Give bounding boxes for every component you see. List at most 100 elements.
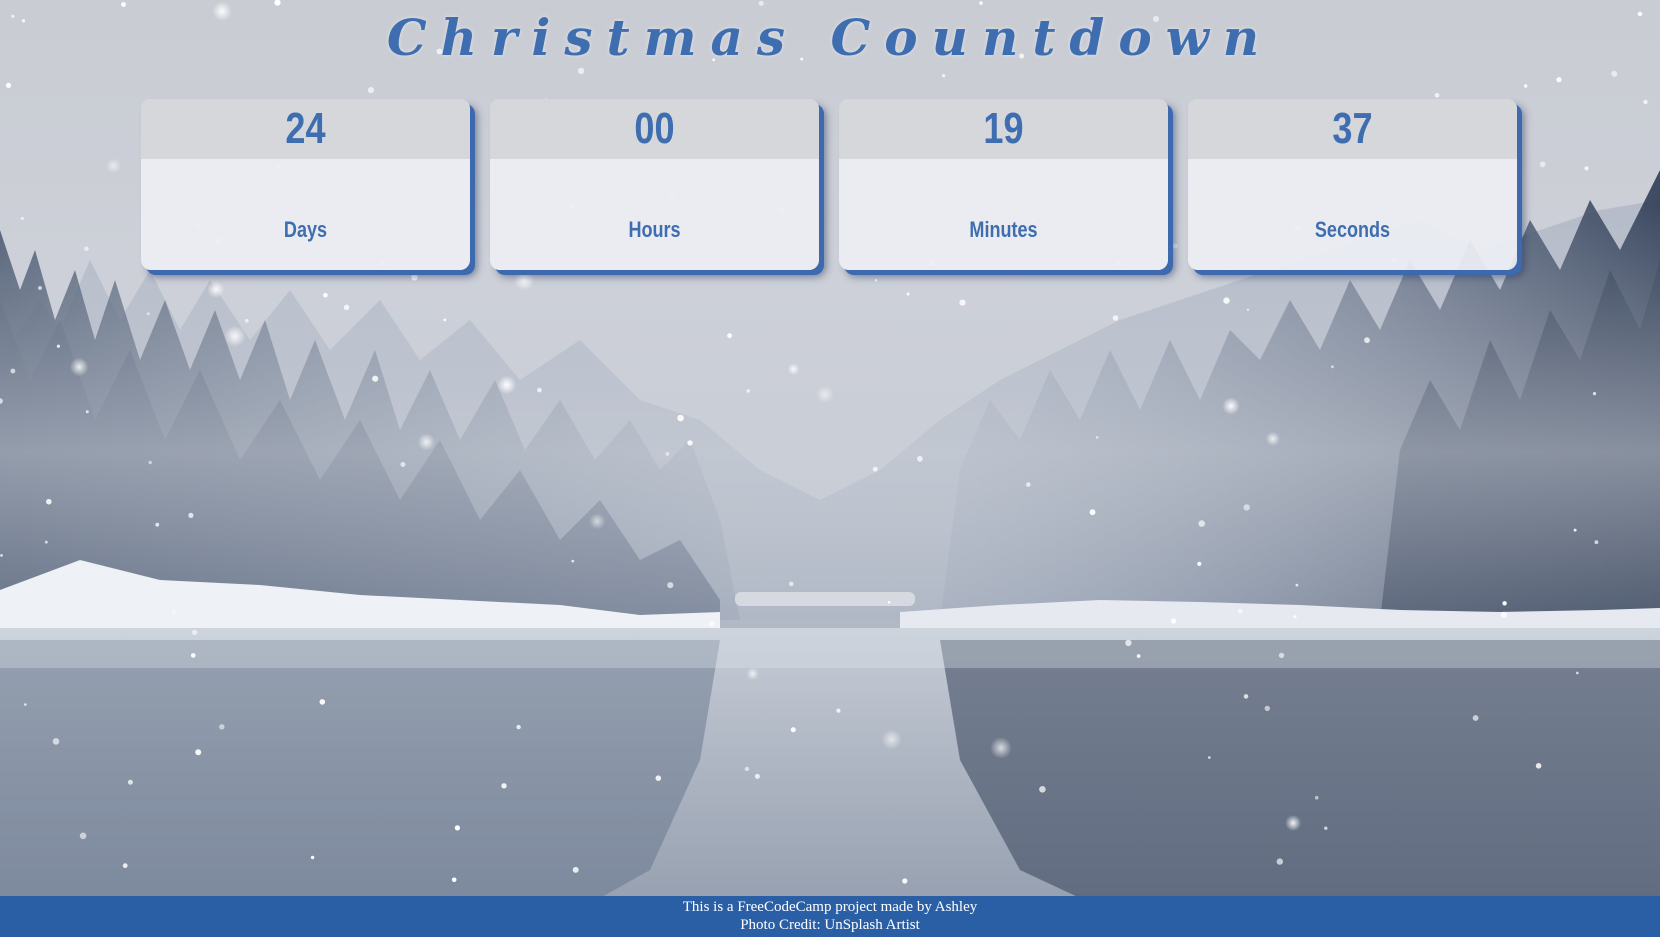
countdown-hours-label: Hours	[628, 217, 681, 242]
snowflake	[319, 699, 326, 705]
snowflake	[1573, 528, 1577, 532]
snowflake	[148, 460, 152, 465]
snowflake	[146, 312, 150, 316]
snowflake	[122, 863, 128, 869]
snowflake	[1243, 694, 1249, 699]
snowflake	[1434, 93, 1440, 98]
countdown-hours-card: 00 Hours	[490, 99, 819, 270]
snowflake	[887, 600, 891, 604]
snowflake	[514, 269, 535, 291]
snowflake	[744, 766, 750, 772]
snowflake	[1556, 77, 1562, 83]
snowflake	[20, 216, 24, 220]
countdown-minutes-label: Minutes	[969, 217, 1038, 242]
countdown-value-band: 24	[141, 99, 470, 159]
snowflake	[959, 299, 966, 306]
snowflake	[1295, 583, 1299, 587]
snowflake	[372, 375, 379, 382]
snowflake	[746, 389, 750, 393]
snowflake	[571, 559, 575, 563]
snowflake	[655, 775, 662, 781]
snowflake	[207, 281, 225, 299]
countdown-cards: 24 Days 00 Hours 19 Minutes 37 Seconds	[141, 99, 1521, 270]
snowflake	[665, 452, 670, 456]
snowflake	[52, 738, 60, 745]
countdown-value-band: 19	[839, 99, 1168, 159]
snowflake	[1324, 826, 1328, 830]
snowflake	[1197, 561, 1202, 567]
snowflake	[881, 729, 902, 750]
snowflake	[323, 292, 328, 298]
snowflake	[310, 855, 315, 860]
snowflake	[1089, 509, 1096, 516]
snowflake	[687, 440, 693, 446]
snowflake	[1136, 654, 1141, 658]
snowflake	[1523, 84, 1528, 88]
snowflake	[1500, 611, 1507, 619]
snowflake	[816, 385, 834, 404]
snowflake	[1285, 815, 1302, 831]
snowflake	[172, 610, 176, 614]
snowflake	[708, 620, 715, 627]
countdown-seconds-card: 37 Seconds	[1188, 99, 1517, 270]
snowflake	[537, 387, 542, 393]
snowflake	[411, 274, 418, 281]
snowflake	[1611, 70, 1618, 77]
snowflake	[443, 318, 447, 322]
countdown-minutes-card: 19 Minutes	[839, 99, 1168, 270]
snowflake	[577, 67, 585, 75]
snowflake	[274, 0, 281, 6]
snowflake	[85, 410, 89, 414]
snowflake	[44, 540, 48, 544]
countdown-days-label: Days	[283, 217, 328, 242]
snowflake	[343, 304, 350, 310]
snowflake	[516, 724, 521, 730]
countdown-days-value: 24	[285, 104, 326, 153]
snowflake	[38, 286, 42, 290]
snowflake	[902, 878, 908, 884]
snowflake	[1039, 786, 1046, 793]
snowflake	[1584, 166, 1589, 171]
snowflake	[0, 554, 3, 557]
snowflake	[79, 832, 87, 840]
snowflake	[1026, 482, 1031, 487]
snowflake	[1265, 431, 1281, 446]
snowflake	[677, 414, 684, 422]
snowflake	[454, 825, 460, 831]
snowflake	[56, 344, 61, 348]
countdown-days-card: 24 Days	[141, 99, 470, 270]
snowflake	[1314, 795, 1319, 800]
snowflake	[874, 279, 878, 282]
page-footer: This is a FreeCodeCamp project made by A…	[0, 896, 1660, 937]
snowflake	[1502, 601, 1507, 606]
snowflake	[1331, 365, 1334, 369]
snowflake	[1472, 715, 1479, 721]
snowflake	[1125, 639, 1132, 647]
snowflake	[1208, 756, 1211, 759]
snowflake	[497, 375, 517, 395]
snowflake	[667, 582, 674, 589]
countdown-minutes-value: 19	[983, 104, 1024, 153]
snowflake	[245, 318, 249, 323]
snowflake	[1171, 618, 1177, 624]
page-title: Christmas Countdown	[386, 8, 1274, 67]
snowflake	[1198, 520, 1205, 527]
page-root: Christmas Countdown 24 Days 00 Hours 19 …	[0, 0, 1660, 937]
snowflake	[367, 87, 375, 94]
snowflake	[10, 368, 16, 374]
snowflake	[754, 773, 760, 779]
snowflake	[127, 779, 133, 785]
snowflake	[1112, 315, 1119, 321]
countdown-hours-value: 00	[634, 104, 675, 153]
snowflake	[46, 498, 52, 505]
snowflake	[790, 727, 796, 733]
snowflake	[191, 629, 198, 636]
snowflake	[1243, 504, 1250, 511]
snowflake	[746, 667, 759, 681]
snowflake	[1539, 161, 1546, 168]
snowflake	[1223, 297, 1230, 304]
snowflake	[589, 513, 606, 530]
countdown-seconds-label: Seconds	[1314, 217, 1391, 242]
snowflake	[1293, 615, 1297, 619]
snowflake	[1592, 392, 1597, 396]
